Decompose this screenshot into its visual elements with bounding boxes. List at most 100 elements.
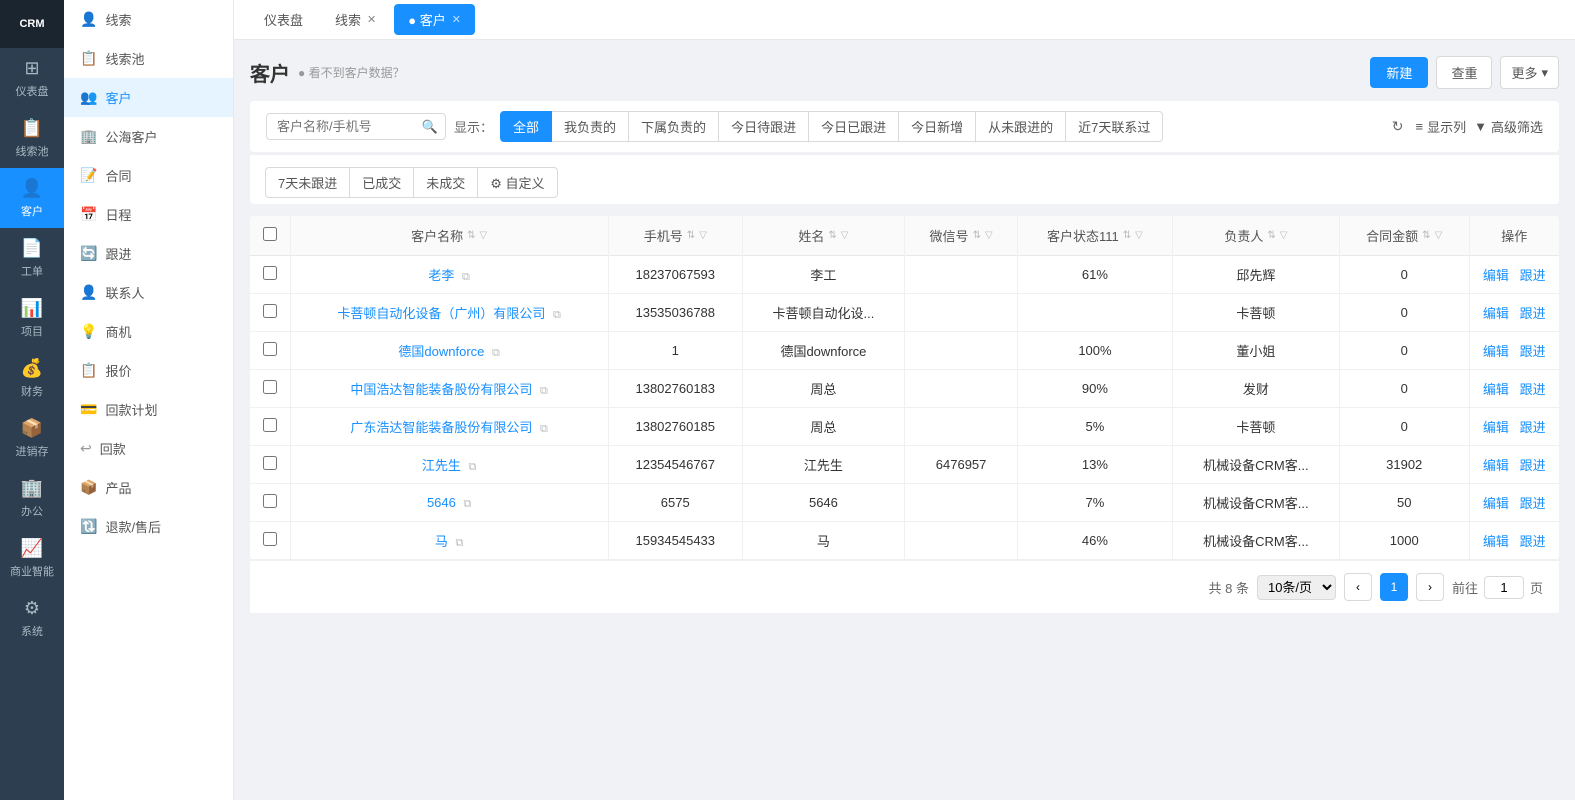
nav-item-followup[interactable]: 🔄 跟进 (64, 234, 233, 273)
copy-icon-2[interactable]: ⧉ (492, 347, 500, 359)
filter-tab-all[interactable]: 全部 (500, 111, 552, 142)
filter-tab-today-new[interactable]: 今日新增 (898, 111, 976, 142)
display-cols-button[interactable]: ≡ 显示列 (1416, 117, 1467, 136)
sidebar-icon-inventory[interactable]: 📦 进销存 (0, 408, 64, 468)
follow-action-3[interactable]: 跟进 (1520, 382, 1546, 397)
copy-icon-7[interactable]: ⧉ (456, 537, 464, 549)
nav-item-contracts[interactable]: 📝 合同 (64, 156, 233, 195)
row-checkbox-5[interactable] (250, 446, 290, 484)
copy-icon-0[interactable]: ⧉ (462, 271, 470, 283)
customer-name-link-1[interactable]: 卡菩顿自动化设备（广州）有限公司 (337, 306, 545, 321)
filter-tab-never-followed[interactable]: 从未跟进的 (975, 111, 1066, 142)
edit-action-7[interactable]: 编辑 (1483, 534, 1509, 549)
nav-item-quotes[interactable]: 📋 报价 (64, 351, 233, 390)
page-next-button[interactable]: › (1416, 573, 1444, 601)
filter-tab-subordinate[interactable]: 下属负责的 (628, 111, 719, 142)
th-amount-filter[interactable]: ▽ (1435, 230, 1443, 241)
copy-icon-4[interactable]: ⧉ (540, 423, 548, 435)
sidebar-icon-dashboard[interactable]: ⊞ 仪表盘 (0, 48, 64, 108)
page-size-select[interactable]: 10条/页 20条/页 50条/页 (1257, 575, 1336, 600)
row-cb-3[interactable] (263, 380, 277, 394)
th-phone-sort[interactable]: ⇅ (687, 230, 695, 241)
th-status-filter[interactable]: ▽ (1135, 230, 1143, 241)
more-button[interactable]: 更多 ▾ (1500, 56, 1559, 89)
advanced-filter-button[interactable]: ▼ 高级筛选 (1474, 117, 1543, 136)
th-name-filter[interactable]: ▽ (480, 230, 488, 241)
nav-item-opportunities[interactable]: 💡 商机 (64, 312, 233, 351)
customer-name-link-4[interactable]: 广东浩达智能装备股份有限公司 (350, 420, 532, 435)
follow-action-7[interactable]: 跟进 (1520, 534, 1546, 549)
copy-icon-6[interactable]: ⧉ (464, 498, 472, 510)
edit-action-6[interactable]: 编辑 (1483, 496, 1509, 511)
sidebar-icon-system[interactable]: ⚙ 系统 (0, 588, 64, 648)
row-cb-7[interactable] (263, 532, 277, 546)
row-checkbox-7[interactable] (250, 522, 290, 560)
nav-item-leadpool[interactable]: 📋 线索池 (64, 39, 233, 78)
refresh-button[interactable]: ↻ (1388, 114, 1408, 139)
th-status-sort[interactable]: ⇅ (1123, 230, 1131, 241)
filter-tab-custom[interactable]: ⚙ 自定义 (477, 167, 557, 198)
follow-action-2[interactable]: 跟进 (1520, 344, 1546, 359)
page-1-button[interactable]: 1 (1380, 573, 1408, 601)
filter-tab-no-follow-7[interactable]: 7天未跟进 (265, 167, 350, 198)
customer-name-link-7[interactable]: 马 (435, 534, 448, 549)
customer-name-link-2[interactable]: 德国downforce (398, 344, 484, 359)
nav-item-products[interactable]: 📦 产品 (64, 468, 233, 507)
search-icon[interactable]: 🔍 (422, 119, 438, 135)
tab-customers-close[interactable]: ✕ (452, 13, 461, 26)
edit-action-0[interactable]: 编辑 (1483, 268, 1509, 283)
sidebar-icon-leadpool[interactable]: 📋 线索池 (0, 108, 64, 168)
row-cb-1[interactable] (263, 304, 277, 318)
reset-button[interactable]: 查重 (1436, 56, 1492, 89)
follow-action-4[interactable]: 跟进 (1520, 420, 1546, 435)
nav-item-schedule[interactable]: 📅 日程 (64, 195, 233, 234)
filter-tab-closed[interactable]: 已成交 (349, 167, 414, 198)
row-cb-6[interactable] (263, 494, 277, 508)
page-prev-button[interactable]: ‹ (1344, 573, 1372, 601)
tab-dashboard[interactable]: 仪表盘 (250, 4, 317, 35)
filter-tab-not-closed[interactable]: 未成交 (413, 167, 478, 198)
row-checkbox-3[interactable] (250, 370, 290, 408)
row-checkbox-2[interactable] (250, 332, 290, 370)
filter-tab-last7days[interactable]: 近7天联系过 (1065, 111, 1163, 142)
sidebar-icon-finance[interactable]: 💰 财务 (0, 348, 64, 408)
customer-name-link-3[interactable]: 中国浩达智能装备股份有限公司 (350, 382, 532, 397)
row-cb-4[interactable] (263, 418, 277, 432)
th-wechat-filter[interactable]: ▽ (985, 230, 993, 241)
th-amount-sort[interactable]: ⇅ (1422, 230, 1430, 241)
copy-icon-3[interactable]: ⧉ (540, 385, 548, 397)
help-link[interactable]: ● 看不到客户数据？ (298, 64, 405, 81)
customer-name-link-0[interactable]: 老李 (428, 268, 454, 283)
sidebar-icon-bi[interactable]: 📈 商业智能 (0, 528, 64, 588)
edit-action-5[interactable]: 编辑 (1483, 458, 1509, 473)
sidebar-icon-office[interactable]: 🏢 办公 (0, 468, 64, 528)
th-wechat-sort[interactable]: ⇅ (973, 230, 981, 241)
nav-item-leads[interactable]: 👤 线索 (64, 0, 233, 39)
filter-tab-today-pending[interactable]: 今日待跟进 (718, 111, 809, 142)
tab-customers[interactable]: ● 客户 ✕ (394, 4, 475, 35)
page-jump-input[interactable] (1484, 576, 1524, 599)
tab-leads-close[interactable]: ✕ (367, 13, 376, 26)
nav-item-receipts[interactable]: 💳 回款计划 (64, 390, 233, 429)
sidebar-icon-customers[interactable]: 👤 客户 (0, 168, 64, 228)
th-contact-filter[interactable]: ▽ (841, 230, 849, 241)
th-phone-filter[interactable]: ▽ (699, 230, 707, 241)
th-owner-sort[interactable]: ⇅ (1267, 230, 1275, 241)
row-cb-0[interactable] (263, 266, 277, 280)
th-name-sort[interactable]: ⇅ (467, 230, 475, 241)
th-owner-filter[interactable]: ▽ (1280, 230, 1288, 241)
filter-tab-today-followed[interactable]: 今日已跟进 (808, 111, 899, 142)
nav-item-publiccustomers[interactable]: 🏢 公海客户 (64, 117, 233, 156)
nav-item-customers[interactable]: 👥 客户 (64, 78, 233, 117)
nav-item-returns[interactable]: ↩ 回款 (64, 429, 233, 468)
nav-item-refunds[interactable]: 🔃 退款/售后 (64, 507, 233, 546)
nav-item-contacts[interactable]: 👤 联系人 (64, 273, 233, 312)
th-contact-sort[interactable]: ⇅ (828, 230, 836, 241)
tab-leads[interactable]: 线索 ✕ (321, 4, 390, 35)
sidebar-icon-projects[interactable]: 📊 项目 (0, 288, 64, 348)
copy-icon-1[interactable]: ⧉ (553, 309, 561, 321)
customer-name-link-6[interactable]: 5646 (427, 495, 456, 510)
search-input[interactable] (266, 113, 446, 140)
row-checkbox-6[interactable] (250, 484, 290, 522)
row-checkbox-0[interactable] (250, 256, 290, 294)
